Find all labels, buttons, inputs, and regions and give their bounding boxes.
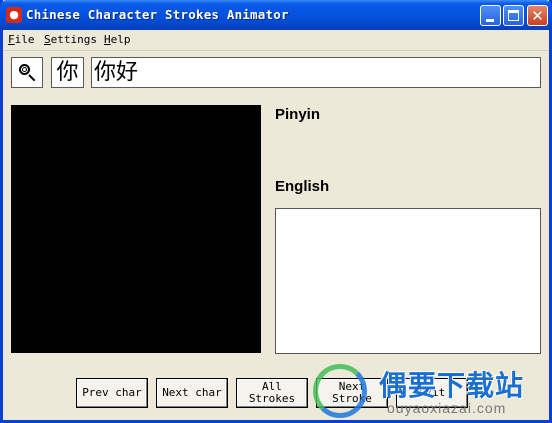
window-title: Chinese Character Strokes Animator [26, 7, 289, 22]
minimize-button[interactable] [480, 5, 501, 26]
next-stroke-label: Next Stroke [332, 380, 372, 405]
menu-help-mnemonic: H [104, 33, 111, 46]
title-bar[interactable]: ● Chinese Character Strokes Animator ✕ [0, 0, 552, 30]
maximize-button[interactable] [503, 5, 524, 26]
next-stroke-button[interactable]: Next Stroke [316, 378, 388, 408]
prev-char-button[interactable]: Prev char [76, 378, 148, 408]
minimize-icon [486, 19, 494, 22]
english-definition-box[interactable] [275, 208, 541, 354]
pinyin-label: Pinyin [275, 106, 321, 123]
prev-char-label: Prev char [82, 386, 142, 399]
main-window: ● Chinese Character Strokes Animator ✕ F… [0, 0, 552, 423]
all-strokes-label: All Strokes [248, 380, 296, 405]
menu-help[interactable]: Help [104, 33, 131, 46]
search-button[interactable] [11, 57, 43, 88]
english-label: English [275, 178, 330, 195]
characters-input[interactable]: 你好 [91, 57, 541, 88]
all-strokes-button[interactable]: All Strokes [236, 378, 308, 408]
maximize-icon [508, 10, 519, 21]
menu-file[interactable]: File [8, 33, 35, 46]
exit-label: Exit [418, 386, 446, 399]
menu-settings-label: ettings [50, 33, 97, 46]
next-char-button[interactable]: Next char [156, 378, 228, 408]
exit-button[interactable]: Exit [396, 378, 468, 408]
close-icon: ✕ [531, 7, 544, 25]
menu-settings-mnemonic: S [44, 33, 51, 46]
app-icon[interactable]: ● [6, 7, 22, 23]
menu-file-mnemonic: F [8, 33, 15, 46]
menu-help-label: elp [110, 33, 131, 46]
menu-file-label: ile [14, 33, 35, 46]
next-char-label: Next char [162, 386, 222, 399]
menu-bar: File Settings Help [3, 30, 549, 51]
close-button[interactable]: ✕ [527, 5, 548, 26]
current-character-button[interactable]: 你 [51, 57, 84, 88]
stroke-animation-canvas [11, 105, 261, 353]
menu-settings[interactable]: Settings [44, 33, 97, 46]
